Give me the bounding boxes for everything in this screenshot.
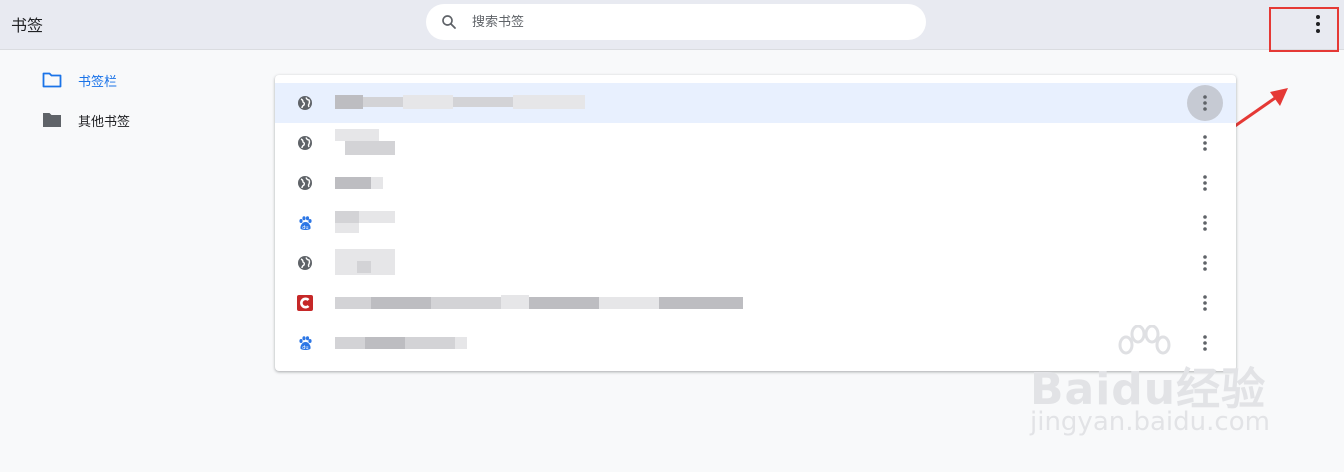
bookmark-menu-button[interactable] [1187,205,1223,241]
more-vert-icon [1203,175,1207,191]
bookmark-title-redacted [335,249,395,277]
bookmark-menu-button[interactable] [1187,85,1223,121]
watermark: Baidu经验 jingyan.baidu.com [1030,325,1280,445]
folder-filled-icon [43,113,61,127]
sidebar-item-bookmarks-bar[interactable]: 书签栏 [42,68,242,92]
folder-outline-icon [42,72,62,88]
bookmark-title-redacted [335,95,595,111]
more-vert-icon [1203,255,1207,271]
sidebar-item-label: 其他书签 [78,115,131,130]
annotation-highlight-box [1269,7,1339,52]
page-title: 书签 [11,16,44,35]
top-toolbar: 书签 [0,0,1344,50]
bookmark-title-redacted [335,335,467,351]
bookmark-row[interactable] [275,283,1236,323]
svg-text:du: du [302,345,308,351]
bookmark-title-redacted [335,175,383,191]
bookmark-row[interactable] [275,83,1236,123]
c-logo-icon [297,295,313,311]
more-vert-icon [1203,215,1207,231]
globe-icon [298,96,312,110]
bookmark-title-redacted [335,129,395,157]
svg-text:du: du [302,225,308,231]
bookmark-row[interactable] [275,123,1236,163]
more-vert-icon [1203,295,1207,311]
baidu-paw-icon: du [299,336,312,351]
globe-icon [298,256,312,270]
search-icon [442,15,456,29]
bookmark-title-redacted [335,211,395,237]
bookmark-row[interactable] [275,163,1236,203]
bookmark-menu-button[interactable] [1187,165,1223,201]
sidebar-item-label: 书签栏 [78,75,118,90]
bookmark-title-redacted [335,295,743,311]
globe-icon [298,136,312,150]
bookmark-row[interactable]: du [275,203,1236,243]
bookmark-menu-button[interactable] [1187,245,1223,281]
search-input[interactable] [472,4,902,40]
more-vert-icon [1203,95,1207,111]
more-vert-icon [1203,135,1207,151]
bookmark-menu-button[interactable] [1187,125,1223,161]
watermark-sub: jingyan.baidu.com [1030,407,1270,437]
sidebar-item-other-bookmarks[interactable]: 其他书签 [42,108,242,132]
bookmark-menu-button[interactable] [1187,285,1223,321]
bookmark-row[interactable] [275,243,1236,283]
search-box[interactable] [426,4,926,40]
baidu-paw-icon: du [299,216,312,231]
globe-icon [298,176,312,190]
